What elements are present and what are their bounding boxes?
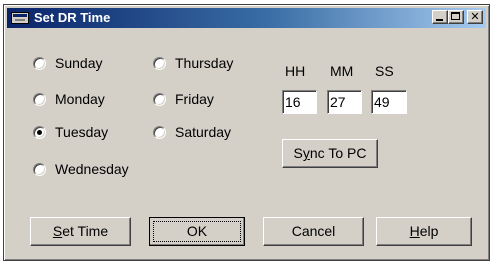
title-bar[interactable]: Set DR Time ✕ <box>7 8 486 28</box>
radio-sunday[interactable]: Sunday <box>33 53 102 73</box>
hour-input[interactable]: 16 <box>282 90 317 114</box>
radio-button-icon <box>33 162 46 176</box>
set-dr-time-dialog: Set DR Time ✕ Sunday Monday Tuesday Wedn… <box>3 4 490 261</box>
window-title: Set DR Time <box>34 10 111 25</box>
ok-button[interactable]: OK <box>149 217 245 246</box>
focus-rectangle <box>153 221 241 242</box>
radio-label: Tuesday <box>55 124 109 140</box>
maximize-icon <box>451 12 460 20</box>
minimize-icon <box>436 19 443 21</box>
hour-label: HH <box>285 63 306 79</box>
radio-label: Thursday <box>175 55 234 71</box>
cancel-button[interactable]: Cancel <box>263 217 364 246</box>
maximize-button[interactable] <box>448 10 464 24</box>
button-label: Help <box>409 223 439 239</box>
close-icon: ✕ <box>470 11 480 23</box>
radio-tuesday[interactable]: Tuesday <box>33 122 108 142</box>
button-label: Cancel <box>291 223 336 239</box>
close-button[interactable]: ✕ <box>467 10 483 24</box>
second-input[interactable]: 49 <box>371 90 407 114</box>
set-time-button[interactable]: Set Time <box>30 217 131 246</box>
radio-label: Monday <box>55 91 105 107</box>
radio-label: Wednesday <box>55 161 129 177</box>
radio-wednesday[interactable]: Wednesday <box>33 159 129 179</box>
radio-button-icon <box>33 56 46 70</box>
radio-saturday[interactable]: Saturday <box>153 122 231 142</box>
button-label: Sync To PC <box>293 145 367 161</box>
radio-button-icon <box>153 56 166 70</box>
minimize-button[interactable] <box>432 10 448 24</box>
minute-input[interactable]: 27 <box>327 90 362 114</box>
radio-label: Saturday <box>175 124 232 140</box>
second-label: SS <box>375 63 394 79</box>
radio-thursday[interactable]: Thursday <box>153 53 233 73</box>
radio-monday[interactable]: Monday <box>33 89 105 109</box>
minute-label: MM <box>330 63 354 79</box>
radio-button-icon <box>153 125 166 139</box>
radio-button-selected-icon <box>33 125 46 139</box>
radio-label: Sunday <box>55 55 103 71</box>
radio-friday[interactable]: Friday <box>153 89 214 109</box>
sync-to-pc-button[interactable]: Sync To PC <box>282 139 378 168</box>
help-button[interactable]: Help <box>376 217 472 246</box>
app-window-icon <box>11 12 29 24</box>
button-label: Set Time <box>52 223 109 239</box>
radio-button-icon <box>153 92 166 106</box>
radio-button-icon <box>33 92 46 106</box>
radio-label: Friday <box>175 91 214 107</box>
